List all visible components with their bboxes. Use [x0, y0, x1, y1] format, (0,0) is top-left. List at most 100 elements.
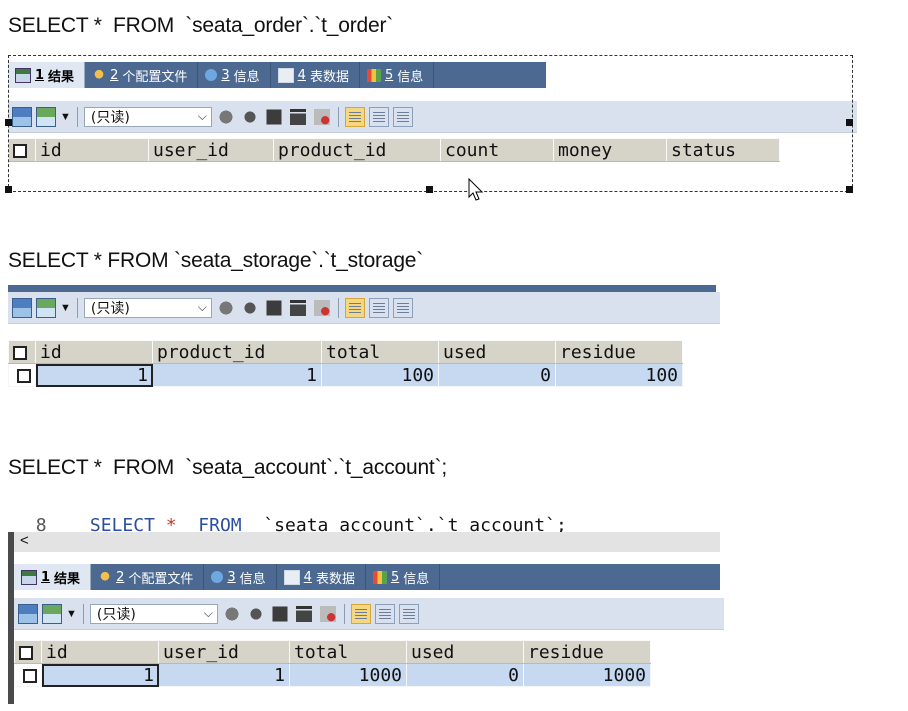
tab-profile[interactable]: 2 个配置文件 [91, 564, 205, 590]
profile-icon [92, 68, 107, 82]
copy-icon[interactable] [239, 297, 260, 318]
text-view-icon[interactable] [392, 297, 413, 318]
export-icon[interactable] [18, 603, 38, 624]
resize-handle[interactable] [5, 186, 12, 193]
save-icon[interactable] [272, 606, 288, 621]
chevron-down-icon[interactable]: ▼ [60, 111, 71, 123]
profile-icon [98, 570, 113, 584]
tab-result[interactable]: 1 结果 [14, 564, 92, 590]
tab-info[interactable]: 3 信息 [204, 564, 277, 590]
column-header[interactable]: id [41, 640, 159, 664]
row-checkbox[interactable] [8, 363, 36, 387]
table-cell[interactable]: 100 [321, 363, 439, 387]
tab-history[interactable]: 5 信息 [366, 564, 441, 590]
grid-result-icon [15, 67, 31, 83]
column-header[interactable]: product_id [152, 340, 322, 364]
cancel-icon[interactable] [313, 108, 330, 125]
account-header-row: id user_id total used residue [14, 640, 651, 664]
chevron-down-icon: ⌵ [197, 109, 207, 123]
select-all-checkbox[interactable] [8, 340, 36, 364]
account-toolbar: ▼ (只读) ⌵ [14, 598, 724, 630]
save-icon[interactable] [266, 109, 282, 124]
form-view-icon[interactable] [374, 603, 395, 624]
tab-profile[interactable]: 2 个配置文件 [85, 62, 199, 88]
table-cell[interactable]: 1 [158, 663, 290, 687]
grid-view-icon[interactable] [350, 603, 371, 624]
tab-info[interactable]: 3 信息 [198, 62, 271, 88]
table-row[interactable]: 1 1 1000 0 1000 [14, 663, 651, 687]
column-header[interactable]: residue [555, 340, 683, 364]
column-header[interactable]: user_id [158, 640, 290, 664]
toolbar-divider [337, 297, 339, 318]
save-icon[interactable] [266, 300, 282, 315]
grid-view-icon[interactable] [344, 106, 365, 127]
column-header[interactable]: total [321, 340, 439, 364]
cancel-icon[interactable] [319, 605, 336, 622]
readonly-mode-select[interactable]: (只读) ⌵ [83, 297, 212, 318]
chevron-down-icon: ⌵ [197, 300, 207, 314]
table-cell[interactable]: 100 [555, 363, 683, 387]
column-header[interactable]: status [666, 138, 780, 162]
form-view-icon[interactable] [368, 297, 389, 318]
copy-icon[interactable] [245, 603, 266, 624]
table-cell[interactable]: 1000 [289, 663, 407, 687]
chevron-down-icon[interactable]: ▼ [66, 608, 77, 620]
table-row[interactable]: 1 1 100 0 100 [8, 363, 683, 387]
export-icon[interactable] [12, 106, 32, 127]
refresh-icon[interactable] [221, 603, 242, 624]
horizontal-scrollbar[interactable]: < [14, 532, 720, 552]
table-cell[interactable]: 1 [152, 363, 322, 387]
import-icon[interactable] [36, 106, 56, 127]
column-header[interactable]: total [289, 640, 407, 664]
resize-handle[interactable] [426, 186, 433, 193]
readonly-mode-select[interactable]: (只读) ⌵ [83, 106, 212, 127]
column-header[interactable]: id [35, 340, 153, 364]
delete-icon[interactable] [289, 108, 306, 125]
resize-handle[interactable] [5, 119, 12, 126]
form-view-icon[interactable] [368, 106, 389, 127]
column-header[interactable]: used [438, 340, 556, 364]
copy-icon[interactable] [239, 106, 260, 127]
storage-result-panel: ▼ (只读) ⌵ id product_id total used residue… [8, 285, 720, 391]
column-header[interactable]: residue [523, 640, 651, 664]
delete-icon[interactable] [295, 605, 312, 622]
order-result-panel: 1 结果 2 个配置文件 3 信息 4 表数据 5 信息 ▼ (只读) ⌵ id… [8, 62, 857, 192]
readonly-mode-select[interactable]: (只读) ⌵ [89, 603, 218, 624]
scroll-left-arrow[interactable]: < [20, 532, 29, 549]
column-header[interactable]: user_id [148, 138, 274, 162]
tab-table-data[interactable]: 4 表数据 [277, 564, 366, 590]
tab-table-data[interactable]: 4 表数据 [271, 62, 360, 88]
table-cell[interactable]: 1000 [523, 663, 651, 687]
table-cell[interactable]: 0 [406, 663, 524, 687]
text-view-icon[interactable] [392, 106, 413, 127]
row-checkbox[interactable] [14, 663, 42, 687]
export-icon[interactable] [12, 297, 32, 318]
column-header[interactable]: count [440, 138, 554, 162]
select-all-checkbox[interactable] [14, 640, 42, 664]
tab-history[interactable]: 5 信息 [360, 62, 435, 88]
order-query-caption: SELECT * FROM `seata_order`.`t_order` [8, 14, 394, 37]
tab-result[interactable]: 1 结果 [8, 62, 86, 88]
column-header[interactable]: money [553, 138, 667, 162]
select-all-checkbox[interactable] [8, 138, 36, 162]
import-icon[interactable] [42, 603, 62, 624]
table-cell[interactable]: 0 [438, 363, 556, 387]
storage-header-row: id product_id total used residue [8, 340, 683, 364]
table-cell[interactable]: 1 [41, 663, 159, 687]
chevron-down-icon[interactable]: ▼ [60, 302, 71, 314]
column-header[interactable]: id [35, 138, 149, 162]
refresh-icon[interactable] [215, 297, 236, 318]
text-view-icon[interactable] [398, 603, 419, 624]
cancel-icon[interactable] [313, 299, 330, 316]
delete-icon[interactable] [289, 299, 306, 316]
refresh-icon[interactable] [215, 106, 236, 127]
import-icon[interactable] [36, 297, 56, 318]
resize-handle[interactable] [846, 119, 853, 126]
column-header[interactable]: product_id [273, 138, 441, 162]
grid-view-icon[interactable] [344, 297, 365, 318]
table-cell[interactable]: 1 [35, 363, 153, 387]
info-history-icon [366, 68, 381, 82]
resize-handle[interactable] [846, 186, 853, 193]
column-header[interactable]: used [406, 640, 524, 664]
sql-editor-line[interactable]: 8 SELECT * FROM `seata_account`.`t_accou… [14, 494, 567, 536]
